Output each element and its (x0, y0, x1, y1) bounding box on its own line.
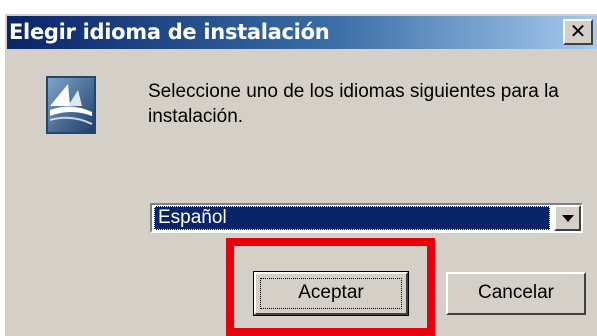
cancel-button-label: Cancelar (477, 282, 555, 303)
language-select[interactable]: Español (150, 203, 583, 233)
close-button[interactable]: ✕ (563, 19, 593, 45)
language-select-value[interactable]: Español (154, 206, 550, 230)
instruction-text: Seleccione uno de los idiomas siguientes… (148, 81, 559, 127)
cancel-button[interactable]: Cancelar (446, 272, 586, 315)
accept-button[interactable]: Aceptar (253, 271, 409, 316)
dropdown-button[interactable] (554, 205, 581, 231)
focus-rectangle (260, 278, 402, 309)
close-icon: ✕ (569, 19, 587, 43)
chevron-down-icon (562, 215, 574, 222)
dialog-title: Elegir idioma de instalación (9, 20, 330, 44)
installer-logo-icon (46, 76, 96, 134)
